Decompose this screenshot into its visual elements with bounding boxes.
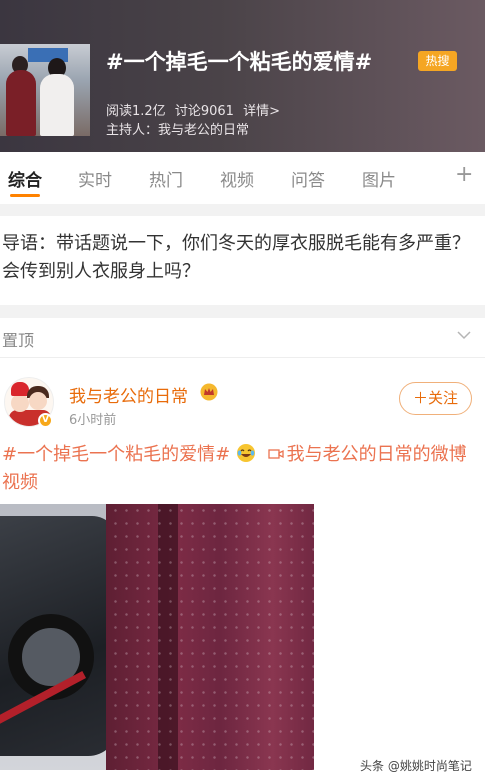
watermark: 头条 @姚姚时尚笔记 bbox=[360, 759, 472, 773]
topic-intro: 导语：带话题说一下，你们冬天的厚衣服脱毛能有多严重？会传到别人衣服身上吗？ bbox=[2, 233, 470, 282]
read-count: 阅读1.2亿 bbox=[106, 104, 166, 119]
topic-header: #一个掉毛一个粘毛的爱情# 热搜 阅读1.2亿 讨论9061 详情> 主持人：我… bbox=[0, 0, 485, 152]
discussion-count: 讨论9061 bbox=[174, 104, 234, 119]
laughing-tears-emoji-icon bbox=[236, 444, 255, 462]
chevron-down-icon[interactable] bbox=[457, 328, 471, 342]
video-frame-lint bbox=[110, 504, 314, 770]
post-hashtag[interactable]: #一个掉毛一个粘毛的爱情# bbox=[2, 444, 230, 465]
pinned-header[interactable]: 置顶 bbox=[0, 318, 485, 358]
tab-qa[interactable]: 问答 bbox=[291, 166, 325, 191]
video-frame-car bbox=[0, 516, 118, 756]
section-divider bbox=[0, 305, 485, 318]
hot-badge: 热搜 bbox=[418, 51, 457, 71]
avatar-figure-face bbox=[29, 392, 47, 410]
post-time: 6小时前 bbox=[69, 413, 117, 428]
plus-icon[interactable]: + bbox=[455, 162, 473, 187]
topic-title: #一个掉毛一个粘毛的爱情# bbox=[106, 50, 373, 74]
topic-stats: 阅读1.2亿 讨论9061 详情> bbox=[106, 100, 285, 119]
tab-hot[interactable]: 热门 bbox=[149, 166, 183, 191]
tab-bar: 综合 实时 热门 视频 问答 图片 + bbox=[0, 152, 485, 204]
verified-badge-icon: V bbox=[38, 413, 53, 428]
pinned-label: 置顶 bbox=[2, 331, 35, 350]
topic-thumbnail[interactable] bbox=[0, 44, 90, 136]
tab-comprehensive[interactable]: 综合 bbox=[8, 166, 42, 191]
details-link[interactable]: 详情> bbox=[243, 104, 280, 119]
topic-host[interactable]: 主持人：我与老公的日常 bbox=[106, 119, 249, 138]
tab-images[interactable]: 图片 bbox=[362, 166, 396, 191]
post-username[interactable]: 我与老公的日常 bbox=[69, 382, 188, 407]
post-text: #一个掉毛一个粘毛的爱情# 我与老公的日常的微博视频 bbox=[2, 441, 480, 497]
thumbnail-person bbox=[40, 74, 74, 136]
follow-button[interactable]: ＋关注 bbox=[399, 382, 472, 415]
tab-realtime[interactable]: 实时 bbox=[78, 166, 112, 191]
crown-icon bbox=[200, 383, 218, 401]
video-camera-icon bbox=[267, 449, 284, 459]
thumbnail-person bbox=[6, 70, 36, 136]
section-divider bbox=[0, 204, 485, 216]
active-tab-indicator bbox=[10, 194, 40, 197]
video-player[interactable] bbox=[0, 504, 314, 770]
tab-video[interactable]: 视频 bbox=[220, 166, 254, 191]
